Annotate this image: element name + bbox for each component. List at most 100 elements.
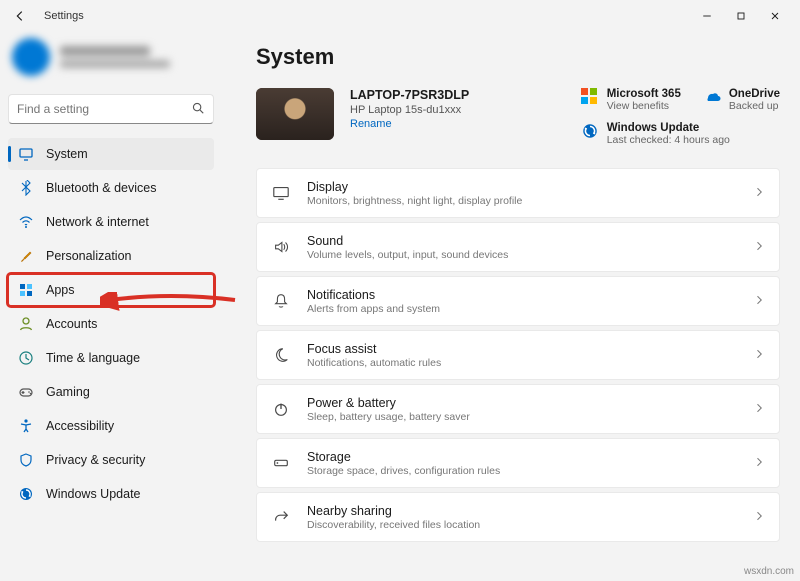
chevron-right-icon <box>753 510 765 525</box>
settings-card-list: DisplayMonitors, brightness, night light… <box>256 168 780 542</box>
apps-icon <box>18 282 34 298</box>
search-box[interactable] <box>8 94 214 124</box>
update-icon <box>18 486 34 502</box>
brush-icon <box>18 248 34 264</box>
sidebar-item-system[interactable]: System <box>8 138 214 170</box>
sidebar-item-network[interactable]: Network & internet <box>8 206 214 238</box>
card-sub: Sleep, battery usage, battery saver <box>307 411 470 423</box>
game-icon <box>18 384 34 400</box>
status-sub: Backed up <box>729 100 780 112</box>
chevron-right-icon <box>753 240 765 255</box>
rename-link[interactable]: Rename <box>350 118 500 130</box>
sidebar-item-time[interactable]: Time & language <box>8 342 214 374</box>
update-icon <box>581 122 599 140</box>
sidebar-item-label: System <box>46 147 88 161</box>
sidebar-item-label: Gaming <box>46 385 90 399</box>
device-name: LAPTOP-7PSR3DLP <box>350 88 500 102</box>
device-info-row: LAPTOP-7PSR3DLP HP Laptop 15s-du1xxx Ren… <box>256 88 780 146</box>
device-model: HP Laptop 15s-du1xxx <box>350 104 500 116</box>
card-storage[interactable]: StorageStorage space, drives, configurat… <box>256 438 780 488</box>
power-icon <box>271 399 291 419</box>
titlebar: Settings <box>0 0 800 32</box>
wifi-icon <box>18 214 34 230</box>
search-icon <box>191 101 205 118</box>
sidebar-item-label: Time & language <box>46 351 140 365</box>
sidebar-item-label: Accessibility <box>46 419 114 433</box>
sidebar-item-privacy[interactable]: Privacy & security <box>8 444 214 476</box>
moon-icon <box>271 345 291 365</box>
window-title: Settings <box>44 10 84 22</box>
status-ms365[interactable]: Microsoft 365View benefits <box>581 88 681 112</box>
card-title: Power & battery <box>307 396 470 410</box>
card-sub: Discoverability, received files location <box>307 519 480 531</box>
accessibility-icon <box>18 418 34 434</box>
chevron-right-icon <box>753 186 765 201</box>
minimize-button[interactable] <box>690 2 724 30</box>
card-sub: Alerts from apps and system <box>307 303 440 315</box>
maximize-icon <box>735 10 747 22</box>
watermark: wsxdn.com <box>744 566 794 577</box>
ms365-icon <box>581 88 599 106</box>
sidebar-item-personalization[interactable]: Personalization <box>8 240 214 272</box>
sidebar-item-label: Network & internet <box>46 215 149 229</box>
minimize-icon <box>701 10 713 22</box>
card-title: Focus assist <box>307 342 441 356</box>
card-notifications[interactable]: NotificationsAlerts from apps and system <box>256 276 780 326</box>
shield-icon <box>18 452 34 468</box>
status-update[interactable]: Windows UpdateLast checked: 4 hours ago <box>581 122 780 146</box>
card-sub: Notifications, automatic rules <box>307 357 441 369</box>
bell-icon <box>271 291 291 311</box>
sidebar-item-label: Windows Update <box>46 487 141 501</box>
card-title: Display <box>307 180 522 194</box>
avatar <box>12 38 50 76</box>
status-title: Microsoft 365 <box>607 88 681 100</box>
device-thumbnail <box>256 88 334 140</box>
card-power[interactable]: Power & batterySleep, battery usage, bat… <box>256 384 780 434</box>
card-title: Nearby sharing <box>307 504 480 518</box>
sidebar-item-label: Privacy & security <box>46 453 145 467</box>
sound-icon <box>271 237 291 257</box>
card-sub: Volume levels, output, input, sound devi… <box>307 249 508 261</box>
sidebar-item-apps[interactable]: Apps <box>8 274 214 306</box>
status-sub: View benefits <box>607 100 681 112</box>
clock-icon <box>18 350 34 366</box>
sidebar-item-update[interactable]: Windows Update <box>8 478 214 510</box>
sidebar: System Bluetooth & devices Network & int… <box>0 32 222 581</box>
chevron-right-icon <box>753 402 765 417</box>
chevron-right-icon <box>753 456 765 471</box>
sidebar-item-accessibility[interactable]: Accessibility <box>8 410 214 442</box>
status-title: Windows Update <box>607 122 730 134</box>
chevron-right-icon <box>753 294 765 309</box>
close-button[interactable] <box>758 2 792 30</box>
user-icon <box>18 316 34 332</box>
sidebar-item-label: Personalization <box>46 249 131 263</box>
main-panel: System LAPTOP-7PSR3DLP HP Laptop 15s-du1… <box>222 32 800 581</box>
back-button[interactable] <box>8 4 32 28</box>
status-title: OneDrive <box>729 88 780 100</box>
storage-icon <box>271 453 291 473</box>
sidebar-item-gaming[interactable]: Gaming <box>8 376 214 408</box>
maximize-button[interactable] <box>724 2 758 30</box>
bluetooth-icon <box>18 180 34 196</box>
card-focus-assist[interactable]: Focus assistNotifications, automatic rul… <box>256 330 780 380</box>
onedrive-icon <box>703 88 721 106</box>
display-icon <box>271 183 291 203</box>
status-onedrive[interactable]: OneDriveBacked up <box>703 88 780 112</box>
sidebar-item-label: Bluetooth & devices <box>46 181 157 195</box>
close-icon <box>769 10 781 22</box>
card-title: Notifications <box>307 288 440 302</box>
card-title: Sound <box>307 234 508 248</box>
card-nearby-sharing[interactable]: Nearby sharingDiscoverability, received … <box>256 492 780 542</box>
sidebar-item-accounts[interactable]: Accounts <box>8 308 214 340</box>
system-icon <box>18 146 34 162</box>
sidebar-item-bluetooth[interactable]: Bluetooth & devices <box>8 172 214 204</box>
card-sub: Storage space, drives, configuration rul… <box>307 465 500 477</box>
sidebar-item-label: Apps <box>46 283 75 297</box>
card-display[interactable]: DisplayMonitors, brightness, night light… <box>256 168 780 218</box>
card-title: Storage <box>307 450 500 464</box>
profile-block[interactable] <box>8 32 214 86</box>
share-icon <box>271 507 291 527</box>
card-sound[interactable]: SoundVolume levels, output, input, sound… <box>256 222 780 272</box>
search-input[interactable] <box>17 102 191 116</box>
nav-list: System Bluetooth & devices Network & int… <box>8 138 214 510</box>
